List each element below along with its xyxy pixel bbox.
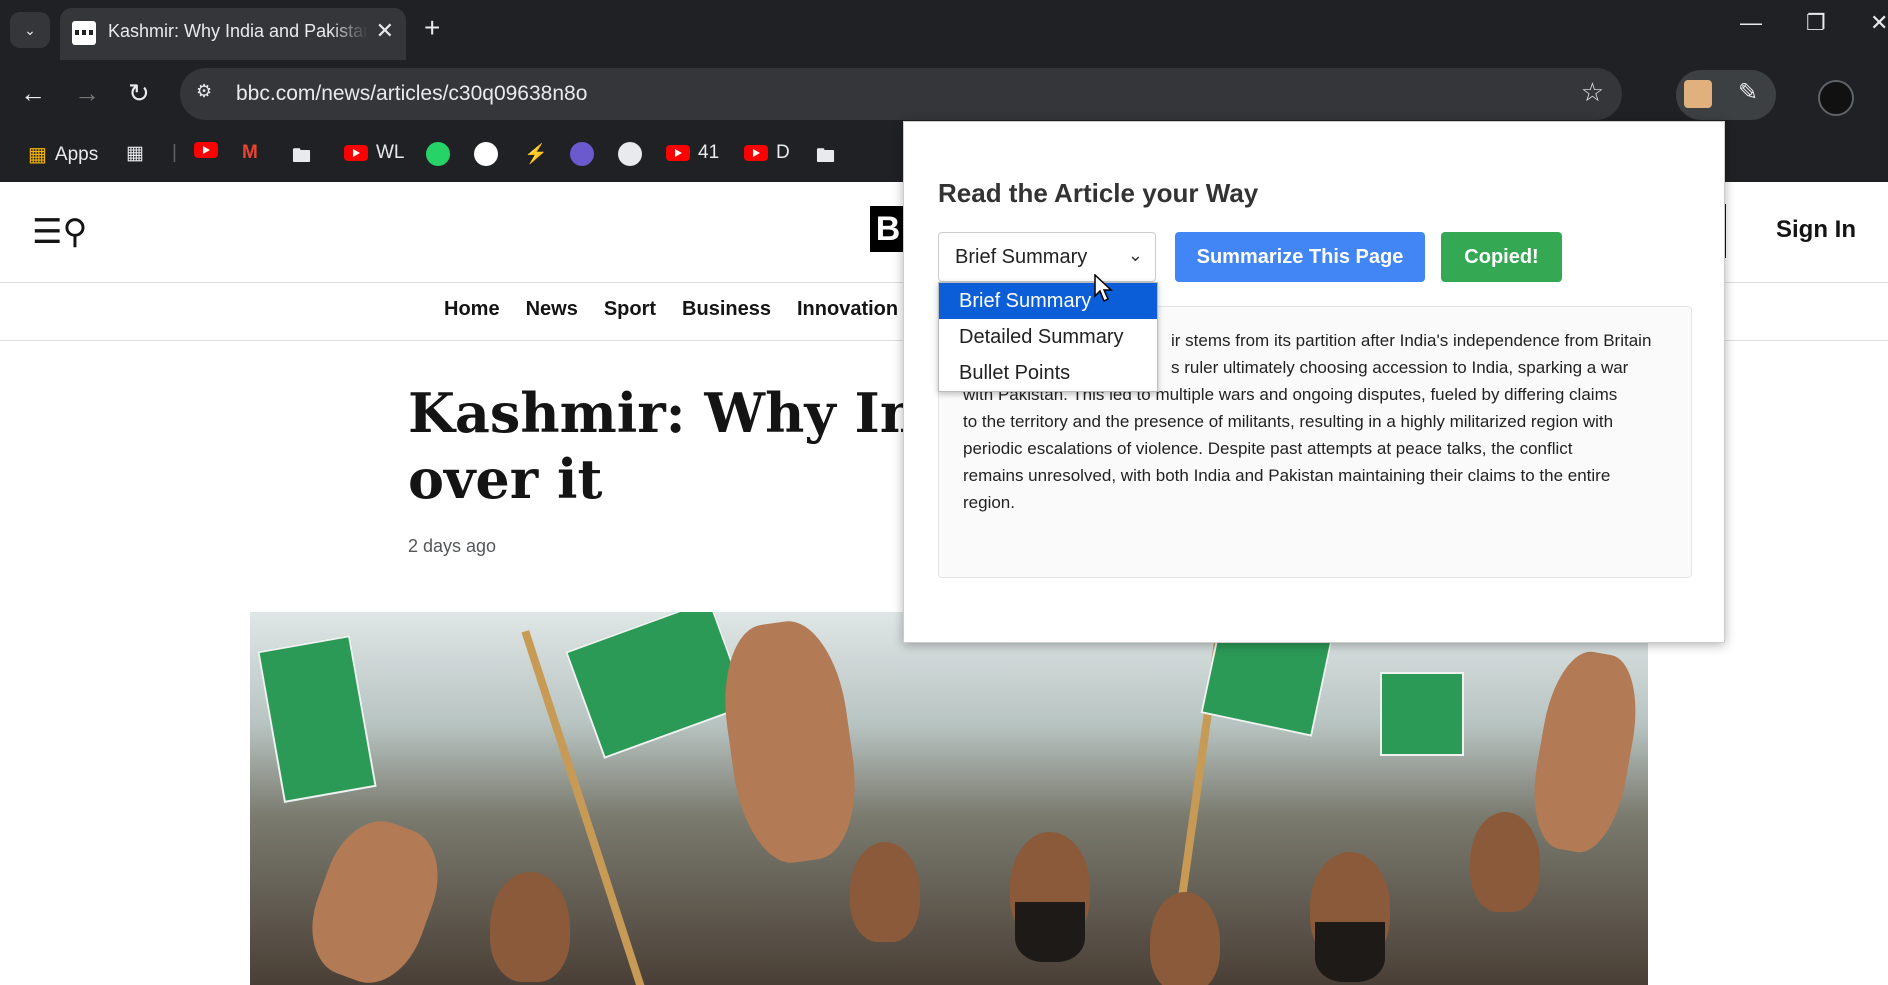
folder-icon[interactable]: 🖿	[292, 142, 311, 174]
bookmark-d[interactable]: D	[744, 142, 790, 164]
crowd-face	[1150, 892, 1220, 985]
green-flag	[565, 612, 749, 759]
summary-line: region.	[963, 493, 1015, 512]
summary-type-dropdown: Brief Summary Detailed Summary Bullet Po…	[938, 282, 1158, 392]
green-flag	[257, 635, 377, 803]
summarize-button[interactable]: Summarize This Page	[1175, 232, 1425, 282]
close-window-icon[interactable]: ✕	[1870, 10, 1888, 36]
summary-line: remains unresolved, with both India and …	[963, 466, 1611, 485]
address-bar[interactable]: ⚙ bbc.com/news/articles/c30q09638n8o ☆	[180, 68, 1622, 120]
article-timestamp: 2 days ago	[408, 536, 497, 556]
reload-icon[interactable]: ↻	[128, 78, 150, 109]
nav-innovation[interactable]: Innovation	[797, 298, 898, 321]
new-tab-button[interactable]: +	[424, 12, 440, 44]
bookmark-star-icon[interactable]: ☆	[1581, 77, 1604, 108]
back-icon[interactable]: ←	[20, 78, 46, 109]
restore-icon[interactable]: ❐	[1806, 10, 1826, 36]
option-brief-summary[interactable]: Brief Summary	[939, 283, 1157, 319]
gmail-icon[interactable]: M	[242, 142, 258, 164]
profile-avatar[interactable]	[1818, 80, 1854, 116]
crowd-face	[490, 872, 570, 982]
article-photo	[250, 612, 1648, 985]
menu-kebab-icon[interactable]: ⋮	[1878, 80, 1888, 111]
bbc-logo[interactable]: B	[870, 206, 906, 252]
apps-grid-icon: ▦	[28, 144, 47, 166]
crowd-beard	[1315, 922, 1385, 982]
bookmark-apps[interactable]: ▦ Apps	[28, 142, 98, 167]
summary-line: periodic escalations of violence. Despit…	[963, 439, 1573, 458]
url-text[interactable]: bbc.com/news/articles/c30q09638n8o	[236, 82, 587, 106]
site-info-icon[interactable]: ⚙	[196, 81, 222, 107]
bookmark-divider: |	[172, 142, 177, 163]
summary-line: to the territory and the presence of mil…	[963, 412, 1614, 431]
select-value: Brief Summary	[955, 246, 1088, 268]
extensions-puzzle-icon[interactable]: ✎	[1738, 78, 1768, 108]
youtube-icon	[744, 145, 768, 161]
option-detailed-summary[interactable]: Detailed Summary	[939, 319, 1157, 355]
whatsapp-icon[interactable]	[426, 142, 450, 166]
close-tab-icon[interactable]: ✕	[376, 18, 394, 44]
tab-title: Kashmir: Why India and Pakistan	[108, 21, 368, 41]
green-flag	[1380, 672, 1464, 756]
nav-business[interactable]: Business	[682, 298, 771, 321]
youtube-icon	[666, 145, 690, 161]
copy-button[interactable]: Copied!	[1441, 232, 1562, 282]
nav-news[interactable]: News	[526, 298, 578, 321]
summary-type-select[interactable]: Brief Summary ⌄	[938, 232, 1156, 282]
youtube-icon[interactable]	[194, 142, 218, 158]
folder-icon[interactable]: 🖿	[816, 142, 835, 174]
tab-search-button[interactable]: ⌄	[10, 12, 50, 48]
chevron-down-icon: ⌄	[1127, 245, 1143, 265]
bbc-nav: Home News Sport Business Innovation	[444, 298, 898, 321]
crowd-face	[850, 842, 920, 942]
bookmark-41[interactable]: 41	[666, 142, 719, 164]
badge-app-icon[interactable]	[570, 142, 594, 166]
mouse-cursor-icon	[1094, 274, 1113, 303]
crowd-face	[1470, 812, 1540, 912]
bbc-favicon-icon	[72, 21, 96, 45]
nav-sport[interactable]: Sport	[604, 298, 656, 321]
raised-hand	[713, 614, 867, 870]
reader-extension-icon[interactable]	[1684, 80, 1712, 108]
bolt-icon[interactable]: ⚡	[524, 142, 548, 166]
tab-groups-icon[interactable]: ▦	[126, 142, 144, 165]
forward-icon[interactable]: →	[74, 78, 100, 109]
active-tab[interactable]: Kashmir: Why India and Pakistan ✕	[60, 8, 406, 60]
raised-hand	[295, 808, 455, 985]
github-icon[interactable]	[474, 142, 498, 166]
sign-in-link[interactable]: Sign In	[1776, 216, 1856, 244]
option-bullet-points[interactable]: Bullet Points	[939, 355, 1157, 391]
popup-title: Read the Article your Way	[938, 178, 1259, 208]
minimize-icon[interactable]: —	[1740, 10, 1762, 36]
menu-search-icon[interactable]: ☰⚲	[32, 212, 87, 252]
crowd-beard	[1015, 902, 1085, 962]
youtube-icon	[344, 145, 368, 161]
openai-icon[interactable]	[618, 142, 642, 166]
raised-hand	[1523, 645, 1647, 859]
bookmark-wl[interactable]: WL	[344, 142, 405, 164]
nav-home[interactable]: Home	[444, 298, 500, 321]
